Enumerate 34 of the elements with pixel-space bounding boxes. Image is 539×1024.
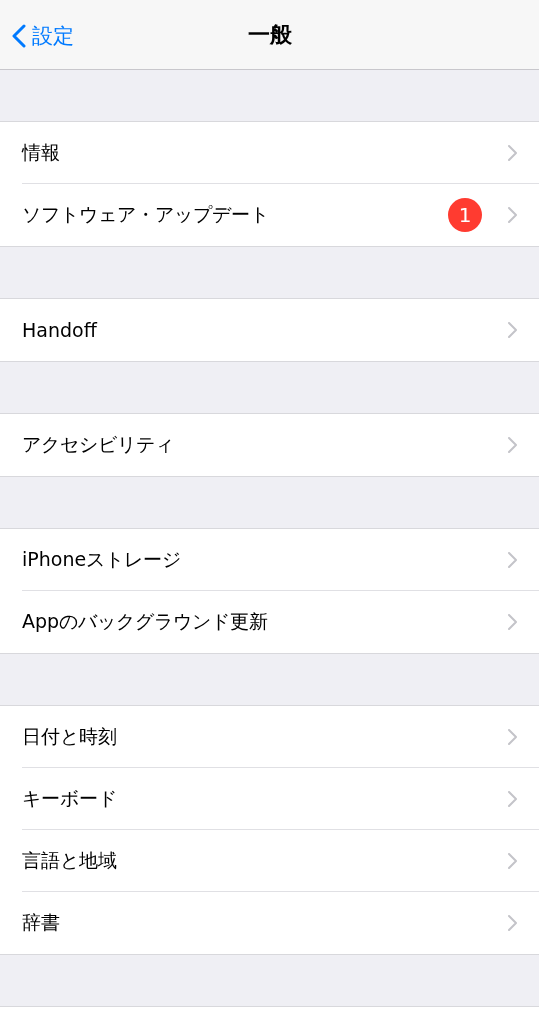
chevron-icon bbox=[508, 145, 517, 161]
row-label: 辞書 bbox=[22, 910, 61, 935]
settings-row[interactable]: 日付と時刻 bbox=[0, 706, 539, 768]
chevron-icon bbox=[508, 322, 517, 338]
chevron-icon bbox=[508, 729, 517, 745]
settings-row[interactable]: Appのバックグラウンド更新 bbox=[0, 591, 539, 653]
row-label: 情報 bbox=[22, 140, 61, 165]
row-label: iPhoneストレージ bbox=[22, 547, 183, 572]
settings-row[interactable]: 辞書 bbox=[0, 892, 539, 954]
row-label: アクセシビリティ bbox=[22, 432, 175, 457]
settings-row[interactable]: 言語と地域 bbox=[0, 830, 539, 892]
row-label: キーボード bbox=[22, 786, 118, 811]
row-label: ソフトウェア・アップデート bbox=[22, 202, 270, 227]
row-label: 言語と地域 bbox=[22, 848, 118, 873]
settings-row[interactable]: キーボード bbox=[0, 768, 539, 830]
chevron-icon bbox=[508, 207, 517, 223]
chevron-icon bbox=[508, 791, 517, 807]
chevron-icon bbox=[508, 437, 517, 453]
chevron-icon bbox=[508, 614, 517, 630]
settings-row[interactable]: iPhoneストレージ bbox=[0, 529, 539, 591]
row-label: 日付と時刻 bbox=[22, 724, 118, 749]
settings-row[interactable]: ソフトウェア・アップデート 1 bbox=[0, 184, 539, 246]
chevron-icon bbox=[508, 853, 517, 869]
settings-row[interactable]: アクセシビリティ bbox=[0, 414, 539, 476]
row-label: Appのバックグラウンド更新 bbox=[22, 609, 270, 634]
back-chevron-icon bbox=[12, 24, 26, 48]
chevron-icon bbox=[508, 552, 517, 568]
back-button[interactable]: 設定 bbox=[12, 22, 74, 50]
notification-badge: 1 bbox=[448, 198, 482, 232]
settings-row[interactable]: 情報 bbox=[0, 122, 539, 184]
row-label: Handoff bbox=[22, 319, 99, 341]
chevron-icon bbox=[508, 915, 517, 931]
nav-title: 一般 bbox=[247, 20, 292, 49]
settings-row[interactable]: Handoff bbox=[0, 299, 539, 361]
